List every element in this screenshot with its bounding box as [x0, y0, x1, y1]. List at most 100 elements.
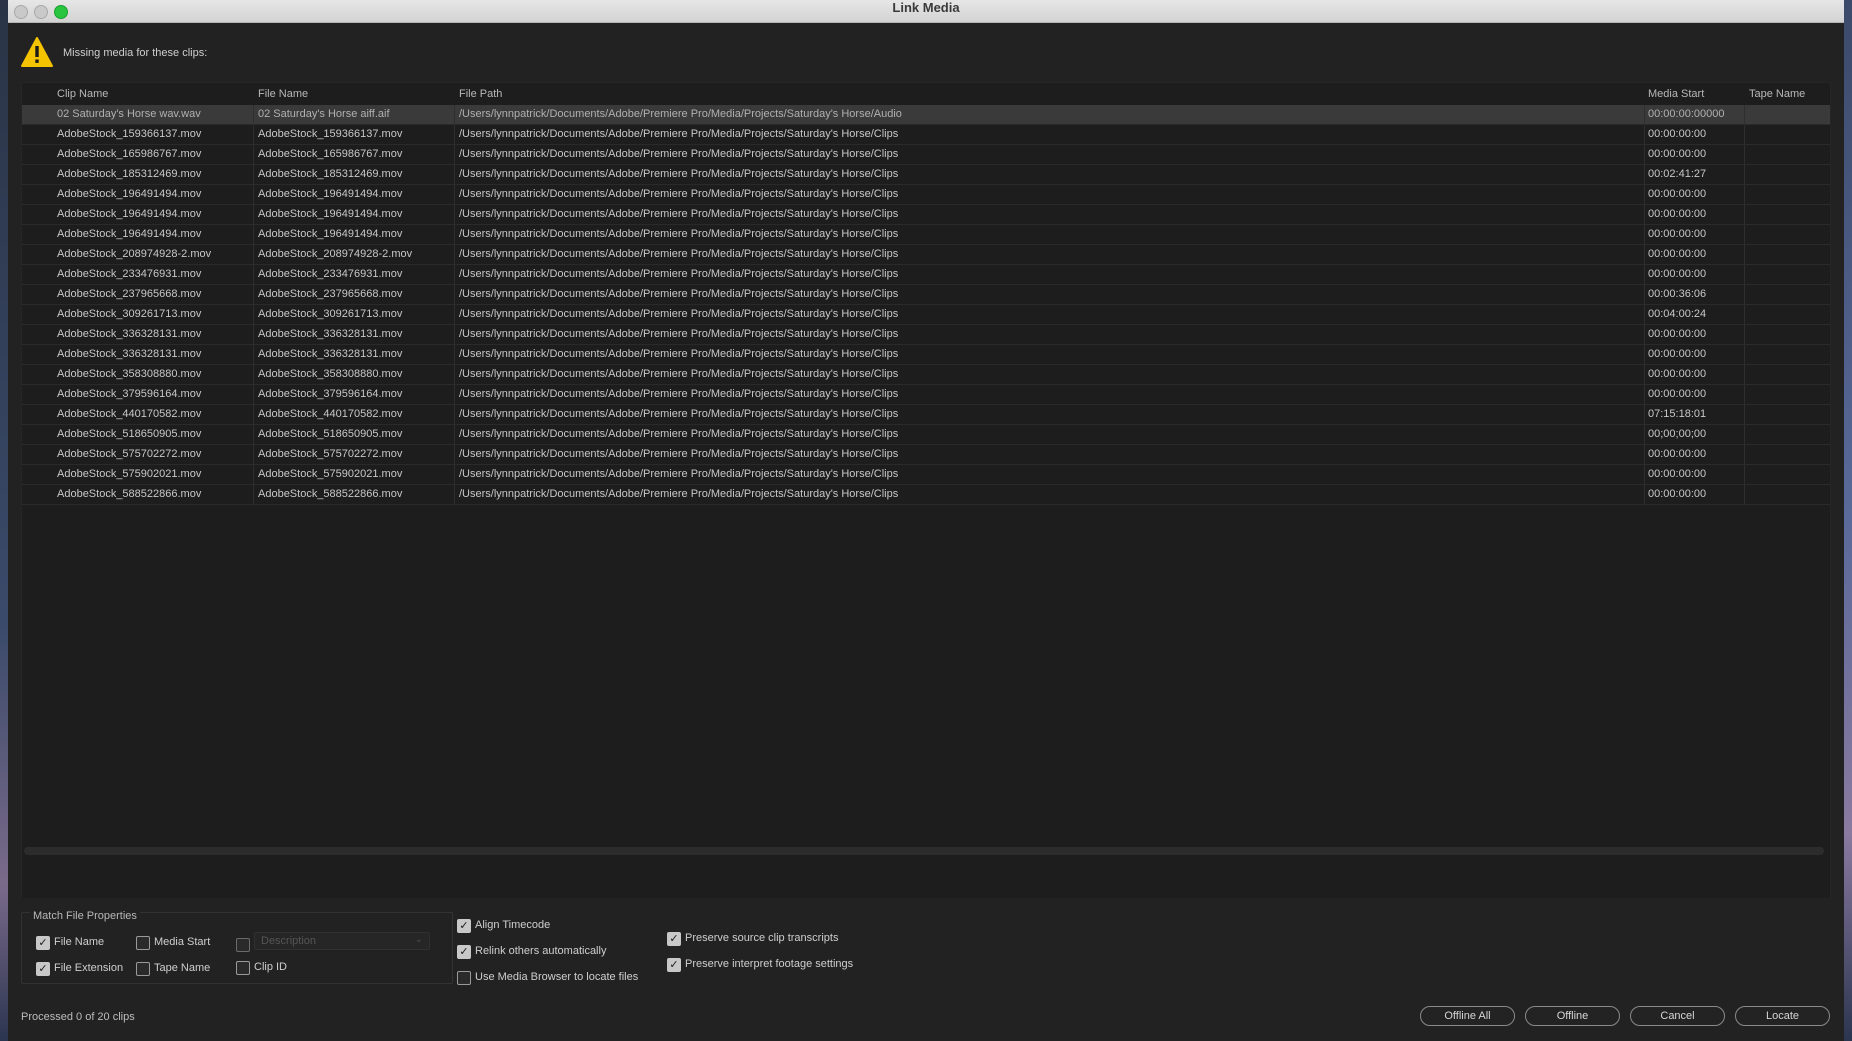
column-separator — [253, 445, 254, 464]
table-row[interactable]: AdobeStock_185312469.mov AdobeStock_18531… — [22, 165, 1830, 185]
column-separator — [1644, 265, 1645, 284]
file-path-cell: /Users/lynnpatrick/Documents/Adobe/Premi… — [459, 348, 899, 360]
column-separator — [1644, 125, 1645, 144]
file-name-cell: AdobeStock_575702272.mov — [258, 448, 403, 460]
table-row[interactable]: AdobeStock_358308880.mov AdobeStock_35830… — [22, 365, 1830, 385]
column-separator — [454, 405, 455, 424]
table-row[interactable]: AdobeStock_237965668.mov AdobeStock_23796… — [22, 285, 1830, 305]
table-row[interactable]: AdobeStock_233476931.mov AdobeStock_23347… — [22, 265, 1830, 285]
clip-name-cell: AdobeStock_196491494.mov — [57, 208, 202, 220]
media-start-cell: 00:00:00:00 — [1648, 128, 1707, 140]
file-path-cell: /Users/lynnpatrick/Documents/Adobe/Premi… — [459, 108, 902, 120]
file-path-cell: /Users/lynnpatrick/Documents/Adobe/Premi… — [459, 128, 899, 140]
file-path-cell: /Users/lynnpatrick/Documents/Adobe/Premi… — [459, 428, 899, 440]
missing-clips-table: Clip Name File Name File Path Media Star… — [21, 82, 1831, 900]
column-separator — [1644, 485, 1645, 504]
column-separator — [253, 125, 254, 144]
table-row[interactable]: AdobeStock_588522866.mov AdobeStock_58852… — [22, 485, 1830, 505]
column-separator — [253, 405, 254, 424]
title-bar[interactable]: Link Media — [8, 0, 1844, 23]
clip-name-cell: AdobeStock_379596164.mov — [57, 388, 202, 400]
column-header-file-path[interactable]: File Path — [459, 88, 502, 100]
missing-media-message: Missing media for these clips: — [63, 47, 208, 59]
checkbox-icon: ✓ — [667, 932, 681, 946]
column-separator — [253, 465, 254, 484]
media-start-cell: 00:00:00:00 — [1648, 268, 1707, 280]
table-row[interactable]: AdobeStock_518650905.mov AdobeStock_51865… — [22, 425, 1830, 445]
table-row[interactable]: AdobeStock_440170582.mov AdobeStock_44017… — [22, 405, 1830, 425]
checkbox-icon: ✓ — [667, 958, 681, 972]
column-separator — [253, 185, 254, 204]
file-path-cell: /Users/lynnpatrick/Documents/Adobe/Premi… — [459, 228, 899, 240]
locate-button[interactable]: Locate — [1735, 1006, 1830, 1026]
warning-icon — [21, 37, 53, 67]
media-start-cell: 00:02:41:27 — [1648, 168, 1707, 180]
column-separator — [454, 425, 455, 444]
table-row[interactable]: AdobeStock_336328131.mov AdobeStock_33632… — [22, 345, 1830, 365]
media-start-cell: 00:00:00:00 — [1648, 348, 1707, 360]
column-separator — [1744, 165, 1745, 184]
column-separator — [454, 205, 455, 224]
column-separator — [454, 485, 455, 504]
table-row[interactable]: AdobeStock_165986767.mov AdobeStock_16598… — [22, 145, 1830, 165]
file-name-cell: AdobeStock_196491494.mov — [258, 208, 403, 220]
column-separator — [454, 165, 455, 184]
column-header-clip-name[interactable]: Clip Name — [57, 88, 108, 100]
table-row[interactable]: AdobeStock_309261713.mov AdobeStock_30926… — [22, 305, 1830, 325]
media-start-cell: 00:00:00:00 — [1648, 208, 1707, 220]
media-start-cell: 00:00:00:00 — [1648, 368, 1707, 380]
column-separator — [1644, 165, 1645, 184]
table-row[interactable]: 02 Saturday's Horse wav.wav 02 Saturday's… — [22, 105, 1830, 125]
checkbox-icon — [136, 962, 150, 976]
desktop-background-left — [0, 0, 8, 1041]
file-path-cell: /Users/lynnpatrick/Documents/Adobe/Premi… — [459, 288, 899, 300]
media-start-cell: 00:00:00:00 — [1648, 188, 1707, 200]
table-row[interactable]: AdobeStock_336328131.mov AdobeStock_33632… — [22, 325, 1830, 345]
clip-name-cell: AdobeStock_575702272.mov — [57, 448, 202, 460]
file-name-cell: AdobeStock_159366137.mov — [258, 128, 403, 140]
window-title: Link Media — [892, 0, 960, 15]
offline-button[interactable]: Offline — [1525, 1006, 1620, 1026]
table-row[interactable]: AdobeStock_575902021.mov AdobeStock_57590… — [22, 465, 1830, 485]
offline-all-button[interactable]: Offline All — [1420, 1006, 1515, 1026]
media-start-cell: 00:00:00:00 — [1648, 388, 1707, 400]
processing-status: Processed 0 of 20 clips — [21, 1011, 135, 1023]
checkbox-icon: ✓ — [36, 936, 50, 950]
column-separator — [1744, 225, 1745, 244]
column-separator — [253, 425, 254, 444]
file-path-cell: /Users/lynnpatrick/Documents/Adobe/Premi… — [459, 148, 899, 160]
file-path-cell: /Users/lynnpatrick/Documents/Adobe/Premi… — [459, 308, 899, 320]
horizontal-scrollbar[interactable] — [24, 847, 1824, 855]
column-separator — [253, 245, 254, 264]
file-path-cell: /Users/lynnpatrick/Documents/Adobe/Premi… — [459, 248, 899, 260]
file-name-cell: AdobeStock_336328131.mov — [258, 328, 403, 340]
table-row[interactable]: AdobeStock_196491494.mov AdobeStock_19649… — [22, 205, 1830, 225]
table-row[interactable]: AdobeStock_208974928-2.mov AdobeStock_208… — [22, 245, 1830, 265]
options-panel: Match File Properties ✓ File Name Media … — [8, 898, 1844, 1041]
column-separator — [1644, 185, 1645, 204]
table-row[interactable]: AdobeStock_379596164.mov AdobeStock_37959… — [22, 385, 1830, 405]
media-start-cell: 00:04:00:24 — [1648, 308, 1707, 320]
clip-name-cell: AdobeStock_588522866.mov — [57, 488, 202, 500]
clip-name-cell: AdobeStock_196491494.mov — [57, 228, 202, 240]
column-separator — [253, 265, 254, 284]
clip-name-cell: AdobeStock_237965668.mov — [57, 288, 202, 300]
chevron-down-icon: ⌄ — [414, 934, 423, 945]
media-start-cell: 00:00:00:00 — [1648, 248, 1707, 260]
clip-name-cell: AdobeStock_336328131.mov — [57, 328, 202, 340]
column-header-file-name[interactable]: File Name — [258, 88, 308, 100]
file-name-cell: AdobeStock_358308880.mov — [258, 368, 403, 380]
clip-name-cell: AdobeStock_336328131.mov — [57, 348, 202, 360]
column-header-tape-name[interactable]: Tape Name — [1749, 88, 1805, 100]
column-separator — [1744, 465, 1745, 484]
table-row[interactable]: AdobeStock_196491494.mov AdobeStock_19649… — [22, 225, 1830, 245]
column-header-media-start[interactable]: Media Start — [1648, 88, 1704, 100]
column-separator — [454, 345, 455, 364]
link-media-dialog: Link Media Missing media for these clips… — [8, 0, 1844, 1041]
cancel-button[interactable]: Cancel — [1630, 1006, 1725, 1026]
table-row[interactable]: AdobeStock_575702272.mov AdobeStock_57570… — [22, 445, 1830, 465]
file-path-cell: /Users/lynnpatrick/Documents/Adobe/Premi… — [459, 328, 899, 340]
table-row[interactable]: AdobeStock_159366137.mov AdobeStock_15936… — [22, 125, 1830, 145]
table-row[interactable]: AdobeStock_196491494.mov AdobeStock_19649… — [22, 185, 1830, 205]
column-separator — [1744, 185, 1745, 204]
